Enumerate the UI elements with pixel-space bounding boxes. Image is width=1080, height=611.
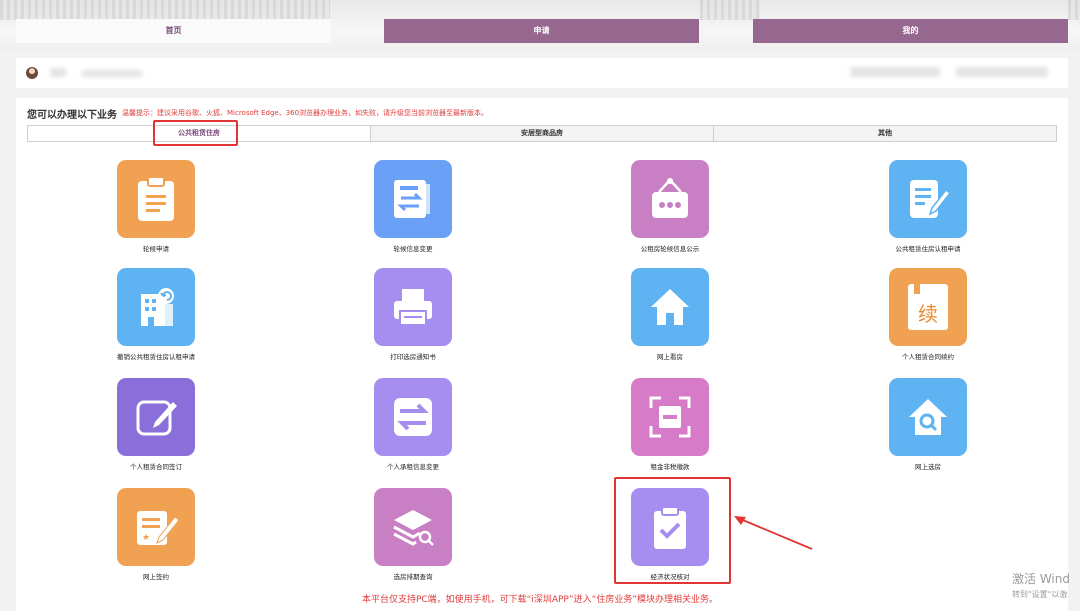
tile-print-notice[interactable]: 打印选房通知书	[343, 268, 483, 368]
browser-tip: 温馨提示：建议采用谷歌、火狐、Microsoft Edge、360浏览器办理业务…	[122, 109, 489, 117]
house-icon	[631, 268, 709, 346]
clipboard-check-icon	[631, 488, 709, 566]
redacted-username-2	[82, 70, 142, 77]
tile-label: 租金非税缴款	[650, 463, 690, 471]
building-undo-icon	[117, 268, 195, 346]
tile-label: 公共租赁住房认租申请	[895, 245, 961, 253]
tile-online-selection[interactable]: 网上选房	[858, 378, 998, 478]
platform-note: 本平台仅支持PC端，如使用手机，可下载“i深圳APP”进入“住房业务”模块办理相…	[361, 595, 719, 605]
svg-text:★: ★	[142, 533, 150, 543]
nav-tab-home[interactable]: 首页	[16, 19, 331, 43]
top-banner: 首页 申请 我的	[0, 0, 1080, 52]
tile-label: 个人承租信息变更	[387, 463, 439, 471]
tab-public-rental[interactable]: 公共租赁住房	[28, 126, 371, 141]
redacted-username	[50, 68, 66, 77]
avatar[interactable]	[26, 67, 38, 79]
tile-tenancy-change[interactable]: 个人承租信息变更	[343, 378, 483, 478]
notice-board-icon	[631, 160, 709, 238]
tile-label: 轮候信息变更	[393, 245, 433, 253]
tile-label: 轮候申请	[143, 245, 169, 253]
tile-online-viewing[interactable]: 网上看房	[600, 268, 740, 368]
tile-label: 网上选房	[915, 463, 941, 471]
swap-arrows-icon	[374, 378, 452, 456]
clipboard-doc-icon	[117, 160, 195, 238]
nav-tab-mine[interactable]: 我的	[753, 19, 1068, 43]
nav-tab-apply[interactable]: 申请	[384, 19, 699, 43]
layers-search-icon	[374, 488, 452, 566]
tile-contract-signing[interactable]: 个人租赁合同签订	[86, 378, 226, 478]
tile-label: 个人租赁合同签订	[130, 463, 182, 471]
section-title: 您可以办理以下业务	[27, 110, 117, 121]
tile-cancel-rental-application[interactable]: 撤销公共租赁住房认租申请	[86, 268, 226, 368]
renew-book-icon: 续	[889, 268, 967, 346]
watermark-line2: 转到"设置"以激	[1012, 590, 1068, 599]
tile-label: 选房排期查询	[393, 573, 433, 581]
tile-online-contract[interactable]: ★ 网上签约	[86, 488, 226, 588]
contract-pen-icon: ★	[117, 488, 195, 566]
tile-rental-application[interactable]: 公共租赁住房认租申请	[858, 160, 998, 260]
tile-label: 经济状况核对	[650, 573, 690, 581]
printer-icon	[374, 268, 452, 346]
tile-rent-payment[interactable]: 租金非税缴款	[600, 378, 740, 478]
redacted-info-2	[956, 67, 1048, 77]
tile-label: 公租房轮候信息公示	[640, 245, 700, 253]
banner-photo-left	[0, 0, 330, 20]
tile-label: 撤销公共租赁住房认租申请	[117, 353, 195, 361]
tile-label: 网上看房	[657, 353, 683, 361]
tab-affordable-housing[interactable]: 安居型商品房	[371, 126, 714, 141]
banner-photo-right	[1068, 0, 1080, 20]
renew-glyph: 续	[918, 302, 938, 326]
tile-waitlist-application[interactable]: 轮候申请	[86, 160, 226, 260]
tab-other[interactable]: 其他	[714, 126, 1056, 141]
watermark-line1: 激活 Wind	[1012, 572, 1070, 586]
tile-contract-renewal[interactable]: 续 个人租赁合同续约	[858, 268, 998, 368]
tile-label: 个人租赁合同续约	[902, 353, 954, 361]
sign-pen-icon	[117, 378, 195, 456]
category-tabs: 公共租赁住房 安居型商品房 其他	[27, 125, 1057, 142]
annotation-arrow-icon	[734, 516, 813, 550]
tile-label: 打印选房通知书	[390, 353, 436, 361]
scan-minus-icon	[631, 378, 709, 456]
tile-schedule-query[interactable]: 选房排期查询	[343, 488, 483, 588]
tile-waitlist-change[interactable]: 轮候信息变更	[343, 160, 483, 260]
windows-activation-watermark: 激活 Wind 转到"设置"以激	[1012, 570, 1070, 600]
tile-waitlist-publicity[interactable]: 公租房轮候信息公示	[600, 160, 740, 260]
redacted-info-1	[850, 67, 940, 77]
exchange-doc-icon	[374, 160, 452, 238]
user-bar	[16, 58, 1068, 88]
edit-doc-icon	[889, 160, 967, 238]
house-search-icon	[889, 378, 967, 456]
banner-photo-mid	[700, 0, 760, 20]
tile-label: 网上签约	[143, 573, 169, 581]
tile-economic-verification[interactable]: 经济状况核对	[600, 488, 740, 588]
